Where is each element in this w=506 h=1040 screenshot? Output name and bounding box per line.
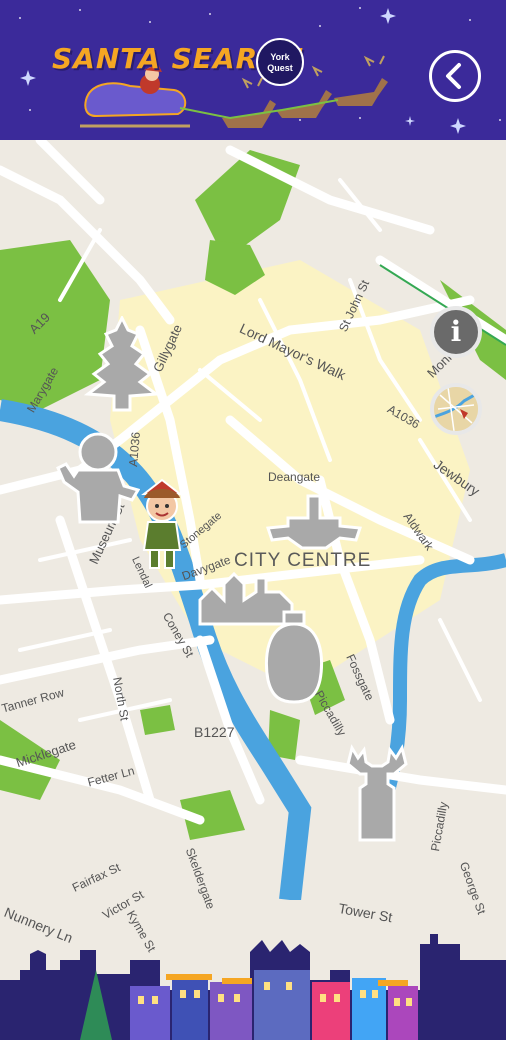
back-button[interactable] <box>429 50 481 102</box>
york-quest-logo: York Quest <box>256 38 304 86</box>
bauble-marker[interactable] <box>262 610 326 704</box>
info-icon: i <box>450 315 462 348</box>
logo-text-line1: York <box>270 52 290 62</box>
elf-character[interactable] <box>136 476 188 572</box>
city-skyline <box>0 934 506 1040</box>
reindeer-marker[interactable] <box>344 744 410 844</box>
city-centre-label: CITY CENTRE <box>234 550 372 571</box>
city-map[interactable]: Lord Mayor's Walk St John St Monkgate A1… <box>0 140 506 1040</box>
map-thumbnail-button[interactable] <box>430 383 482 435</box>
app-header: SANTA SEARCH York Quest <box>0 0 506 140</box>
map-thumbnail-icon <box>434 387 478 431</box>
info-button[interactable]: i <box>430 306 482 358</box>
street-label: B1227 <box>194 724 235 740</box>
character-marker[interactable] <box>54 430 140 526</box>
street-label: Deangate <box>268 470 321 484</box>
tree-marker[interactable] <box>84 316 160 412</box>
minster-marker[interactable] <box>266 492 362 552</box>
street-label: Tower St <box>337 900 394 926</box>
logo-text-line2: Quest <box>267 63 293 73</box>
chevron-left-icon <box>446 63 461 89</box>
